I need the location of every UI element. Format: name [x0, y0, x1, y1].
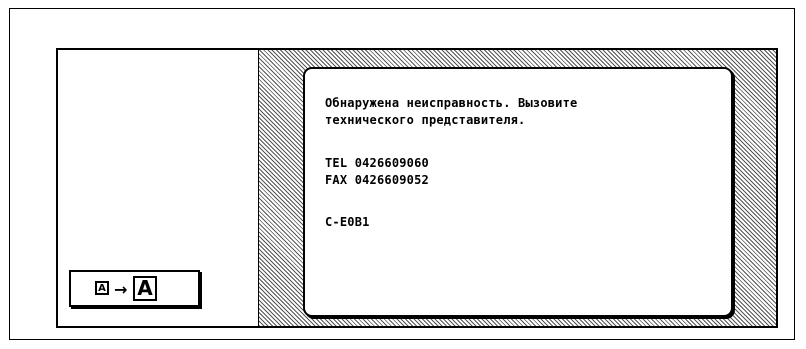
left-pane: A → A: [58, 50, 258, 326]
right-arrow-icon: →: [114, 280, 128, 299]
small-a-icon: A: [95, 281, 109, 295]
enlarge-display-button[interactable]: A → A: [69, 270, 200, 307]
message-area: Обнаружена неисправность. Вызовите техни…: [258, 50, 776, 326]
error-code: C-E0B1: [325, 215, 370, 229]
error-message-dialog: Обнаружена неисправность. Вызовите техни…: [303, 67, 733, 317]
error-message-line-2: технического представителя.: [325, 113, 526, 127]
outer-frame: A → A Обнаружена неисправность. Вызовите…: [9, 8, 795, 340]
error-message-line-1: Обнаружена неисправность. Вызовите: [325, 96, 578, 110]
large-a-icon: A: [133, 276, 157, 301]
device-screen: A → A Обнаружена неисправность. Вызовите…: [56, 48, 778, 328]
service-fax: FAX 0426609052: [325, 173, 429, 187]
service-phone: TEL 0426609060: [325, 156, 429, 170]
